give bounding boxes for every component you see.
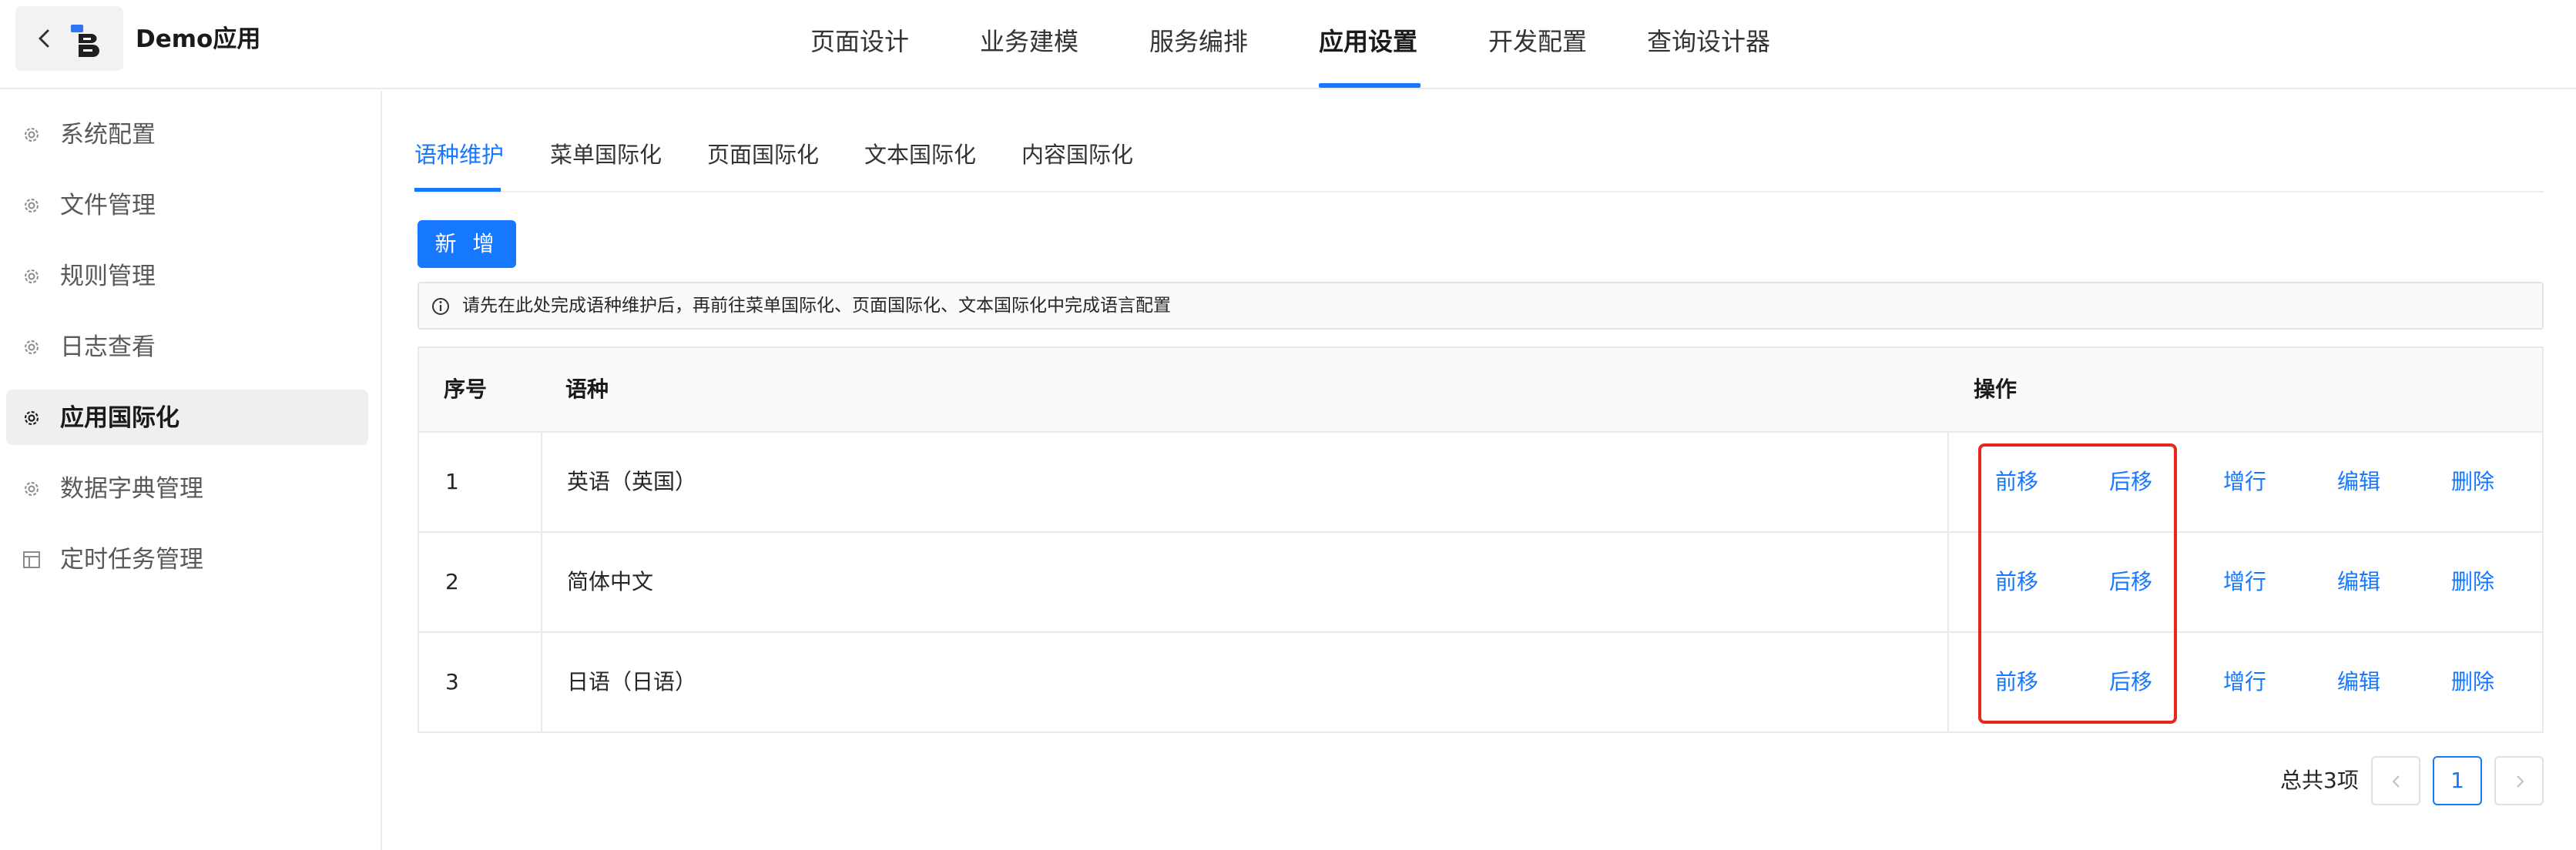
chevron-left-icon xyxy=(2392,775,2400,788)
table-header: 序号 语种 操作 xyxy=(419,348,2542,433)
sidebar-item-label: 数据字典管理 xyxy=(60,475,203,503)
tab-content-i18n[interactable]: 内容国际化 xyxy=(1021,139,1133,171)
page-number-current[interactable]: 1 xyxy=(2433,756,2482,805)
table-row: 3 日语（日语） 前移 后移 增行 编辑 删除 xyxy=(419,633,2542,733)
app-brand[interactable] xyxy=(15,6,123,71)
edit-link[interactable]: 编辑 xyxy=(2337,567,2380,597)
header-language: 语种 xyxy=(565,376,609,402)
tab-menu-i18n[interactable]: 菜单国际化 xyxy=(550,139,662,171)
edit-link[interactable]: 编辑 xyxy=(2337,467,2380,497)
top-header: Demo应用 页面设计 业务建模 服务编排 应用设置 开发配置 查询设计器 xyxy=(0,0,2576,89)
notice-text: 请先在此处完成语种维护后，再前往菜单国际化、页面国际化、文本国际化中完成语言配置 xyxy=(462,296,1171,316)
chevron-right-icon xyxy=(2517,775,2524,788)
next-page-button[interactable] xyxy=(2494,756,2544,805)
top-nav-query-designer[interactable]: 查询设计器 xyxy=(1647,25,1770,59)
info-notice: 请先在此处完成语种维护后，再前往菜单国际化、页面国际化、文本国际化中完成语言配置 xyxy=(418,282,2544,330)
table-row: 1 英语（英国） 前移 后移 增行 编辑 删除 xyxy=(419,433,2542,533)
sidebar-item-label: 应用国际化 xyxy=(60,404,179,432)
tab-page-i18n[interactable]: 页面国际化 xyxy=(707,139,819,171)
top-nav-active-indicator xyxy=(1319,83,1420,88)
header-actions: 操作 xyxy=(1974,376,2018,402)
gear-icon xyxy=(25,128,39,142)
sidebar-item-label: 系统配置 xyxy=(60,121,156,149)
edit-link[interactable]: 编辑 xyxy=(2337,667,2380,698)
delete-link[interactable]: 删除 xyxy=(2451,567,2494,597)
sidebar-item-label: 定时任务管理 xyxy=(60,546,203,574)
sidebar: 系统配置 文件管理 规则管理 日志查看 应用国际化 数据字典管理 定时任务管理 xyxy=(0,91,382,850)
table-row: 2 简体中文 前移 后移 增行 编辑 删除 xyxy=(419,533,2542,633)
top-nav-app-settings[interactable]: 应用设置 xyxy=(1319,25,1417,59)
cell-index: 3 xyxy=(445,669,459,694)
content-tabs: 语种维护 菜单国际化 页面国际化 文本国际化 内容国际化 xyxy=(414,123,2544,192)
top-nav-service-orchestration[interactable]: 服务编排 xyxy=(1149,25,1248,59)
header-index: 序号 xyxy=(444,376,488,402)
top-nav-business-modeling[interactable]: 业务建模 xyxy=(980,25,1078,59)
cell-language: 日语（日语） xyxy=(567,669,697,694)
cell-index: 1 xyxy=(445,469,459,494)
pagination-total: 总共3项 xyxy=(2280,768,2359,793)
app-logo-icon xyxy=(71,25,99,57)
delete-link[interactable]: 删除 xyxy=(2451,667,2494,698)
app-root: Demo应用 页面设计 业务建模 服务编排 应用设置 开发配置 查询设计器 系统… xyxy=(0,0,2576,850)
top-nav-dev-config[interactable]: 开发配置 xyxy=(1488,25,1587,59)
sidebar-item-label: 规则管理 xyxy=(60,263,156,290)
insert-row-link[interactable]: 增行 xyxy=(2223,567,2266,597)
sidebar-item-label: 文件管理 xyxy=(60,192,156,219)
sidebar-item-label: 日志查看 xyxy=(60,333,156,361)
sidebar-item-data-dictionary[interactable]: 数据字典管理 xyxy=(6,460,368,516)
insert-row-link[interactable]: 增行 xyxy=(2223,667,2266,698)
cell-language: 简体中文 xyxy=(567,569,654,594)
cell-index: 2 xyxy=(445,569,459,594)
prev-page-button[interactable] xyxy=(2371,756,2420,805)
tab-active-indicator xyxy=(414,188,501,192)
info-icon xyxy=(432,298,449,315)
gear-icon xyxy=(25,269,39,283)
delete-link[interactable]: 删除 xyxy=(2451,467,2494,497)
gear-icon xyxy=(24,410,39,426)
sidebar-item-file-management[interactable]: 文件管理 xyxy=(6,177,368,233)
sidebar-item-app-i18n[interactable]: 应用国际化 xyxy=(6,390,368,445)
gear-icon xyxy=(25,340,39,354)
gear-icon xyxy=(25,482,39,496)
top-nav-page-design[interactable]: 页面设计 xyxy=(810,25,909,59)
tab-text-i18n[interactable]: 文本国际化 xyxy=(864,139,976,171)
sidebar-item-scheduled-tasks[interactable]: 定时任务管理 xyxy=(6,531,368,587)
annotation-highlight-box xyxy=(1978,443,2177,724)
tab-language-maintenance[interactable]: 语种维护 xyxy=(414,139,504,171)
add-button[interactable]: 新 增 xyxy=(418,220,516,268)
insert-row-link[interactable]: 增行 xyxy=(2223,467,2266,497)
table-icon xyxy=(23,551,40,568)
cell-language: 英语（英国） xyxy=(567,469,697,494)
app-name: Demo应用 xyxy=(136,25,261,53)
gear-icon xyxy=(25,199,39,212)
sidebar-item-system-config[interactable]: 系统配置 xyxy=(6,106,368,162)
sidebar-item-rule-management[interactable]: 规则管理 xyxy=(6,248,368,303)
sidebar-item-log-viewer[interactable]: 日志查看 xyxy=(6,319,368,374)
back-arrow-icon[interactable] xyxy=(34,28,55,49)
language-table: 序号 语种 操作 1 英语（英国） 前移 后移 增行 编辑 删除 2 简体中文 … xyxy=(418,346,2544,733)
